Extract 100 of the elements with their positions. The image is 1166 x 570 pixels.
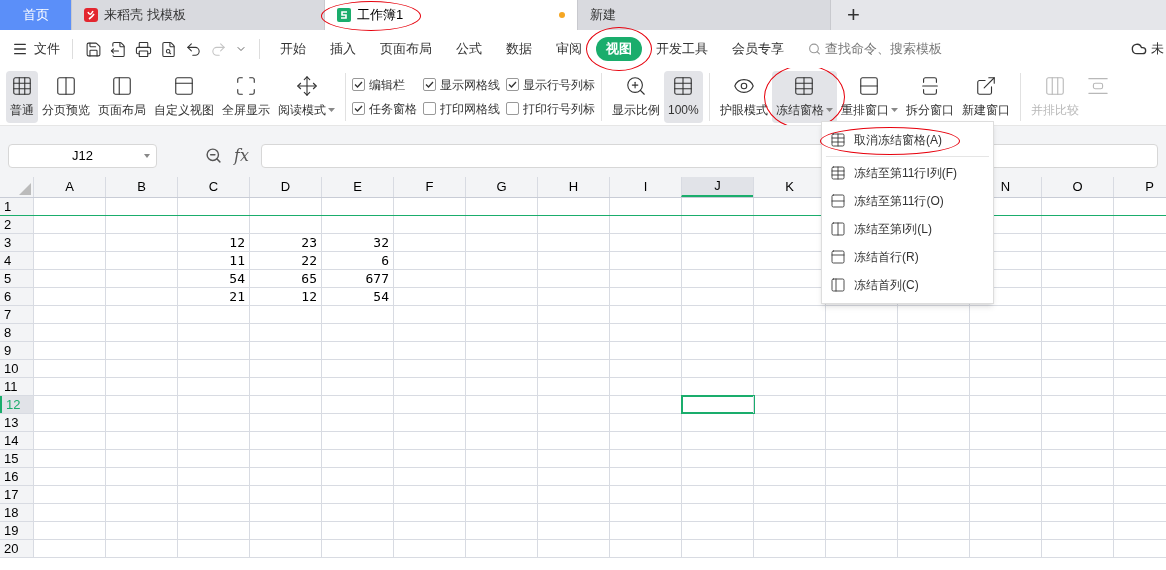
menu-tab[interactable]: 页面布局 <box>370 37 442 61</box>
row-header[interactable]: 7 <box>0 306 33 323</box>
row-header[interactable]: 1 <box>0 198 33 215</box>
menu-tab[interactable]: 开始 <box>270 37 316 61</box>
checkbox-label[interactable]: 任务窗格 <box>369 99 417 118</box>
column-header[interactable]: A <box>33 177 105 197</box>
ribbon-button[interactable]: 护眼模式 <box>715 70 772 123</box>
preview-icon <box>160 40 177 58</box>
column-header[interactable]: J <box>681 177 753 197</box>
column-header[interactable]: B <box>105 177 177 197</box>
row-header[interactable]: 9 <box>0 342 33 359</box>
checkbox[interactable] <box>423 78 436 91</box>
panel-icon <box>830 249 846 265</box>
row-header[interactable]: 10 <box>0 360 33 377</box>
menu-item[interactable]: 取消冻结窗格(A) <box>822 126 993 154</box>
table-icon <box>830 165 846 181</box>
column-header[interactable]: D <box>249 177 321 197</box>
row-header[interactable]: 3 <box>0 234 33 251</box>
column-header[interactable]: E <box>321 177 393 197</box>
row-header[interactable]: 14 <box>0 432 33 449</box>
cell-value: 12 <box>229 235 245 250</box>
row-header[interactable]: 17 <box>0 486 33 503</box>
ribbon-button[interactable]: 分页预览 <box>38 70 94 123</box>
row-header[interactable]: 2 <box>0 216 33 233</box>
column-header[interactable]: F <box>393 177 465 197</box>
checkbox-label[interactable]: 编辑栏 <box>369 75 405 94</box>
column-header[interactable]: P <box>1113 177 1166 197</box>
row-header[interactable]: 20 <box>0 540 33 557</box>
row-header[interactable]: 11 <box>0 378 33 395</box>
print-icon <box>135 40 152 58</box>
menu-tab[interactable]: 公式 <box>446 37 492 61</box>
checkbox-label[interactable]: 打印网格线 <box>440 99 500 118</box>
save-icon <box>85 40 102 58</box>
checkbox[interactable] <box>352 102 365 115</box>
row-header[interactable]: 13 <box>0 414 33 431</box>
document-tab[interactable]: 工作簿1 <box>325 0 578 30</box>
search-field[interactable]: 查找命令、搜索模板 <box>825 39 1058 59</box>
menu-item[interactable]: 冻结首列(C) <box>822 271 993 299</box>
menu-tab[interactable]: 审阅 <box>546 37 592 61</box>
menu-tab[interactable]: 数据 <box>496 37 542 61</box>
ribbon-button[interactable]: 阅读模式 <box>274 70 339 123</box>
spreadsheet-logo-icon <box>337 8 351 22</box>
ribbon-button[interactable]: 拆分窗口 <box>901 70 958 123</box>
checkbox-label[interactable]: 打印行号列标 <box>523 99 595 118</box>
checkbox-label[interactable]: 显示行号列标 <box>523 75 595 94</box>
new-window-icon <box>974 74 997 97</box>
ribbon-button[interactable]: 页面布局 <box>94 70 150 123</box>
ribbon-button[interactable]: 显示比例 <box>608 70 664 123</box>
pages-icon <box>55 74 77 97</box>
caret-icon <box>328 107 335 112</box>
file-menu-button[interactable]: 文件 <box>0 39 64 59</box>
row-header[interactable]: 8 <box>0 324 33 341</box>
search-icon <box>808 42 822 56</box>
ribbon-button[interactable]: 100% <box>664 70 703 123</box>
ribbon-button[interactable]: 新建窗口 <box>957 70 1014 123</box>
page-layout-icon <box>111 74 133 97</box>
cloud-icon <box>1131 41 1147 57</box>
menu-item[interactable]: 冻结至第I列(L) <box>822 215 993 243</box>
checkbox[interactable] <box>506 102 519 115</box>
row-header[interactable]: 19 <box>0 522 33 539</box>
row-header[interactable]: 18 <box>0 504 33 521</box>
document-tab[interactable]: 新建 <box>578 0 831 30</box>
ribbon-button[interactable]: 冻结窗格 <box>771 70 837 123</box>
row-header[interactable]: 6 <box>0 288 33 305</box>
menu-tab[interactable]: 开发工具 <box>646 37 718 61</box>
row-header[interactable]: 16 <box>0 468 33 485</box>
ribbon-button[interactable]: 重排窗口 <box>836 70 902 123</box>
ribbon-button[interactable]: 普通 <box>6 70 38 123</box>
side-by-side-icon <box>1043 74 1066 97</box>
ribbon-button[interactable]: 自定义视图 <box>150 70 218 123</box>
checkbox[interactable] <box>423 102 436 115</box>
column-header[interactable]: G <box>465 177 537 197</box>
fullscreen-icon <box>235 74 257 97</box>
cell-value: 12 <box>301 289 317 304</box>
caret-icon <box>825 107 833 112</box>
name-box[interactable]: J12 <box>8 143 157 168</box>
checkmark-icon <box>354 105 363 112</box>
stacked-windows-icon <box>858 74 881 97</box>
column-header[interactable]: H <box>537 177 609 197</box>
row-header[interactable]: 5 <box>0 270 33 287</box>
menu-tab[interactable]: 会员专享 <box>722 37 794 61</box>
columns-icon <box>830 277 846 293</box>
document-tab[interactable]: 来稻壳 找模板 <box>72 0 325 30</box>
new-tab-button[interactable]: + <box>831 0 876 30</box>
column-header[interactable]: C <box>177 177 249 197</box>
cloud-status[interactable]: 未 <box>1151 39 1164 59</box>
active-cell[interactable] <box>681 395 755 414</box>
checkbox[interactable] <box>352 78 365 91</box>
ribbon-button[interactable]: 全屏显示 <box>218 70 274 123</box>
menu-tab[interactable]: 插入 <box>320 37 366 61</box>
table-icon <box>830 132 846 148</box>
zoom-icon[interactable] <box>205 147 222 164</box>
column-header[interactable]: O <box>1041 177 1113 197</box>
menu-item[interactable]: 冻结首行(R) <box>822 243 993 271</box>
row-header[interactable]: 15 <box>0 450 33 467</box>
cell-value: 23 <box>301 235 317 250</box>
checkbox-label[interactable]: 显示网格线 <box>440 75 500 94</box>
row-header[interactable]: 4 <box>0 252 33 269</box>
function-label[interactable]: fx <box>234 143 249 168</box>
checkbox[interactable] <box>506 78 519 91</box>
